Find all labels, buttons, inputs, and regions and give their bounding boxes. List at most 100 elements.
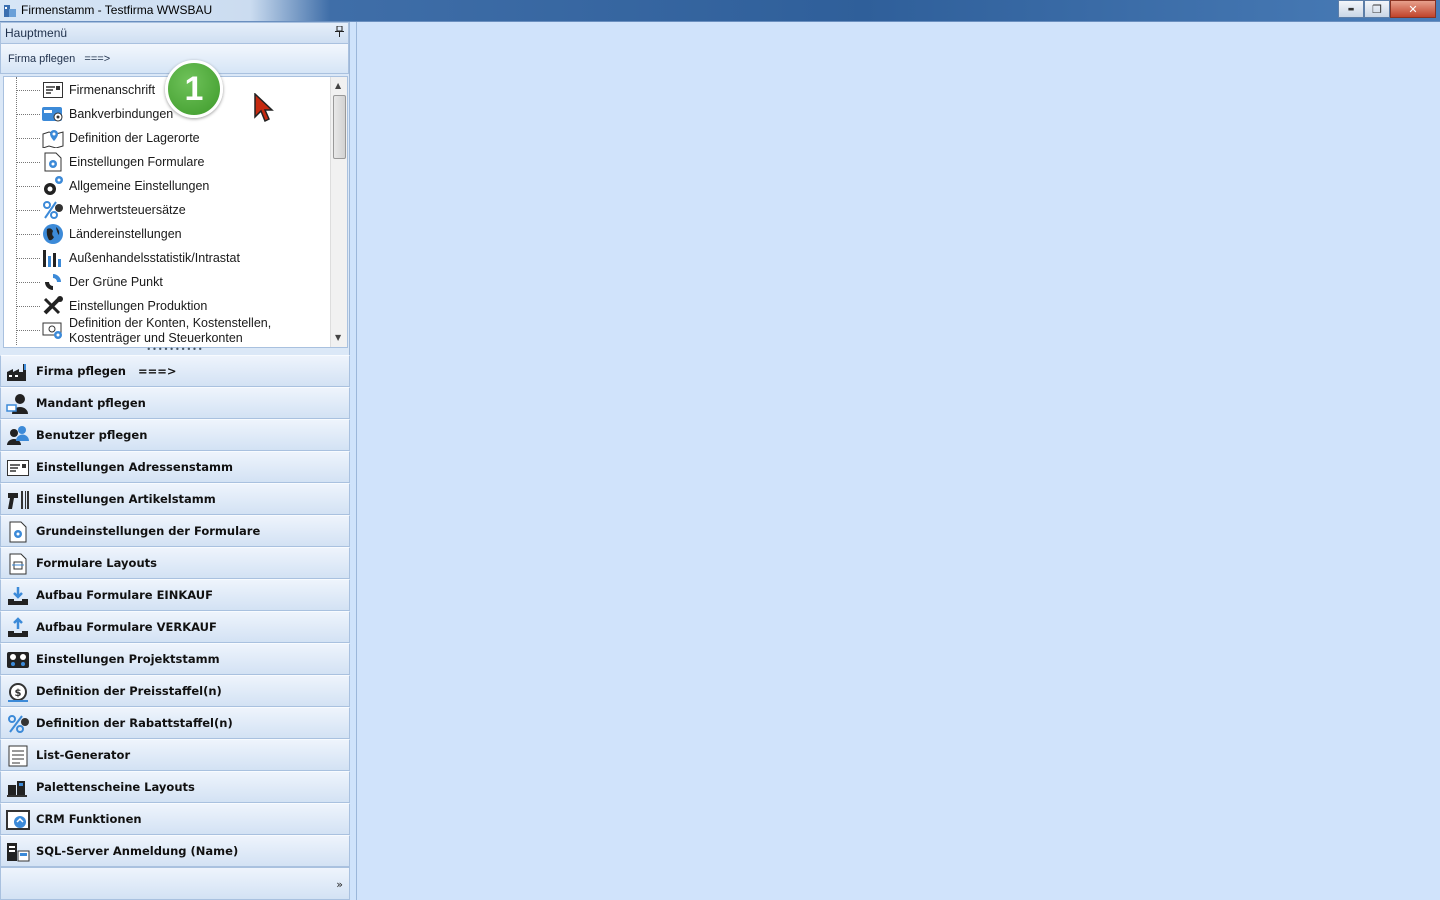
tree-connector [16,114,40,115]
tree-connector [16,258,40,259]
bar-chart-icon [42,248,64,268]
nav-item-rabattstaffel[interactable]: Definition der Rabattstaffel(n) [0,707,350,739]
nav-item-preisstaffel[interactable]: $ Definition der Preisstaffel(n) [0,675,350,707]
form-gear-icon [42,152,64,172]
nav-item-adressenstamm[interactable]: Einstellungen Adressenstamm [0,451,350,483]
tree-item-label: Firmenanschrift [69,83,156,97]
mouse-cursor-icon [254,93,274,123]
users-icon [6,425,30,447]
nav-item-crm[interactable]: CRM Funktionen [0,803,350,835]
window-controls: ▬ ❐ ✕ [1338,0,1436,18]
window-title: Firmenstamm - Testfirma WWSBAU [21,3,213,17]
crm-icon [6,809,30,831]
nav-item-label: Definition der Rabattstaffel(n) [36,716,233,730]
nav-item-label: Definition der Preisstaffel(n) [36,684,222,698]
tree-item-label: Mehrwertsteuersätze [69,203,186,217]
nav-item-label: Benutzer pflegen [36,428,148,442]
nav-item-label: Einstellungen Projektstamm [36,652,220,666]
tree-connector [16,162,40,163]
panel-title: Hauptmenü [5,26,68,40]
chevrons-icon[interactable]: » [336,878,343,891]
panel-header: Hauptmenü [0,22,349,44]
nav-list: Firma pflegen ===> Mandant pflegen Benut… [0,355,350,867]
inbox-upload-icon [6,617,30,639]
tree-connector [16,282,40,283]
restore-button[interactable]: ❐ [1364,0,1390,18]
tree-connector [16,77,17,345]
user-monitor-icon [6,393,30,415]
nav-item-einkauf[interactable]: Aufbau Formulare EINKAUF [0,579,350,611]
title-bar: Firmenstamm - Testfirma WWSBAU ▬ ❐ ✕ [0,0,1440,22]
nav-item-mandant-pflegen[interactable]: Mandant pflegen [0,387,350,419]
minimize-button[interactable]: ▬ [1338,0,1364,18]
nav-item-label: List-Generator [36,748,131,762]
recycle-icon [42,272,64,292]
barcode-scanner-icon [6,489,30,511]
nav-item-label: Palettenscheine Layouts [36,780,195,794]
nav-item-verkauf[interactable]: Aufbau Formulare VERKAUF [0,611,350,643]
tree-connector [16,210,40,211]
tree-item-label: Definition der Lagerorte [69,131,200,145]
tree-item-label: Ländereinstellungen [69,227,182,241]
tree-item-label: Einstellungen Produktion [69,299,208,313]
tree-item-label: Der Grüne Punkt [69,275,163,289]
panel-splitter[interactable]: •••••••••• [0,345,350,354]
nav-item-label: Aufbau Formulare EINKAUF [36,588,213,602]
server-icon [6,841,30,863]
nav-item-label: SQL-Server Anmeldung (Name) [36,844,239,858]
tree-connector [16,138,40,139]
group-header-label: Firma pflegen ===> [8,52,111,65]
nav-item-list-generator[interactable]: List-Generator [0,739,350,771]
nav-item-sql-server[interactable]: SQL-Server Anmeldung (Name) [0,835,350,867]
nav-item-artikelstamm[interactable]: Einstellungen Artikelstamm [0,483,350,515]
pin-icon[interactable] [335,25,344,40]
nav-item-grundeinstellungen-formulare[interactable]: Grundeinstellungen der Formulare [0,515,350,547]
nav-item-label: Grundeinstellungen der Formulare [36,524,261,538]
nav-item-projektstamm[interactable]: Einstellungen Projektstamm [0,643,350,675]
main-content-area [356,22,1440,900]
nav-item-label: Einstellungen Adressenstamm [36,460,233,474]
svg-text:$: $ [15,688,22,699]
nav-item-label: Formulare Layouts [36,556,157,570]
globe-icon [42,224,64,244]
address-card-icon [42,80,64,100]
step-badge: 1 [165,60,223,118]
tree-item-label: Definition der Konten, Kostenstellen, Ko… [69,316,272,345]
nav-item-label: Mandant pflegen [36,396,146,410]
splitter-grip-icon: •••••••••• [146,345,204,354]
money-gear-icon [42,320,64,340]
tree-connector [16,234,40,235]
scroll-down-icon[interactable]: ▼ [335,333,341,342]
project-icon [6,649,30,671]
pallet-icon [6,777,30,799]
scroll-up-icon[interactable]: ▲ [335,81,341,90]
nav-item-label: CRM Funktionen [36,812,142,826]
tree-scrollbar[interactable]: ▲ ▼ [330,77,347,347]
nav-item-formulare-layouts[interactable]: Formulare Layouts [0,547,350,579]
tree-connector [16,186,40,187]
nav-overflow-bar: » [0,867,350,900]
tree-item-label: Allgemeine Einstellungen [69,179,210,193]
tree-item-label: Einstellungen Formulare [69,155,205,169]
nav-item-label: Einstellungen Artikelstamm [36,492,216,506]
main-menu-panel: Hauptmenü Firma pflegen ===> Firmenansch… [0,22,350,900]
minimize-icon: ▬ [1347,5,1355,13]
address-card-icon [6,457,30,479]
settings-tree: Firmenanschrift Bankverbindungen Definit… [3,76,348,348]
tools-icon [42,296,64,316]
form-layout-icon [6,553,30,575]
close-button[interactable]: ✕ [1390,0,1436,18]
inbox-download-icon [6,585,30,607]
gears-icon [42,176,64,196]
factory-icon [6,361,30,383]
nav-item-firma-pflegen[interactable]: Firma pflegen ===> [0,355,350,387]
tree-connector [16,330,40,331]
tree-item-label: Bankverbindungen [69,107,174,121]
form-gear-icon [6,521,30,543]
nav-item-palettenscheine[interactable]: Palettenscheine Layouts [0,771,350,803]
discount-percent-icon [6,713,30,735]
bank-card-icon [42,104,64,124]
restore-icon: ❐ [1372,2,1382,16]
scroll-thumb[interactable] [333,95,346,159]
nav-item-benutzer-pflegen[interactable]: Benutzer pflegen [0,419,350,451]
